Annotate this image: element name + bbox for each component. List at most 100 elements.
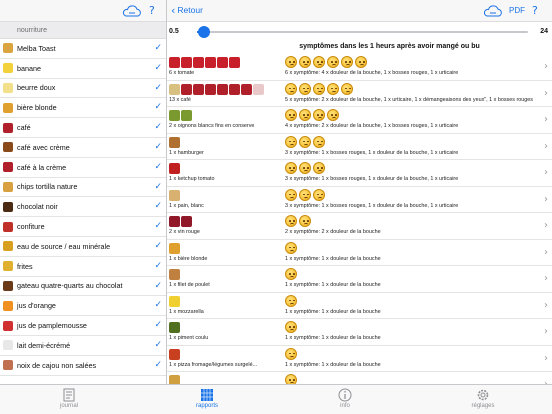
result-row[interactable]: 1 x pizza fromage/légumes surgelé... 1 x … [167,346,552,372]
food-item[interactable]: banane ✓ [0,59,166,79]
result-row[interactable]: 1 x hamburger 3 x symptôme: 1 x bosses ro… [167,134,552,160]
symptom-face-icon [285,294,297,307]
back-button[interactable]: ‹ Retour [171,3,203,17]
checkmark-icon: ✓ [154,181,162,192]
food-icons [169,216,192,227]
butter-icon [3,82,13,93]
reports-icon [201,389,213,401]
result-row[interactable]: 1 x ketchup tomato 3 x symptôme: 1 x boss… [167,160,552,187]
tab-info[interactable]: info [276,385,414,414]
food-icon [181,83,192,95]
food-item-label: jus de pamplemousse [17,321,87,331]
food-icons [169,83,264,95]
food-item[interactable]: bière blonde ✓ [0,98,166,119]
food-item-label: lait demi-écrémé [17,340,71,350]
result-row[interactable]: 1 x bière blonde 1 x symptôme: 1 x douleu… [167,240,552,266]
help-button[interactable]: ? [532,4,538,17]
cloud-sync-icon[interactable] [122,5,142,17]
symptom-face-icon [285,241,297,254]
chevron-right-icon: › [544,114,548,125]
food-item[interactable]: confiture ✓ [0,217,166,237]
coffee-icon [3,122,13,133]
symptom-face-icon [285,109,297,121]
result-row[interactable]: 6 x tomate 6 x symptôme: 4 x douleur de l… [167,54,552,81]
symptom-face-icon [327,109,339,121]
food-item-label: gateau quatre-quarts au chocolat [17,281,123,291]
tab-journal[interactable]: journal [0,385,138,414]
chevron-left-icon: ‹ [171,3,176,17]
symptom-face-icon [313,82,325,95]
food-item[interactable]: chips tortilla nature ✓ [0,178,166,198]
symptom-face-icon [285,347,297,360]
milk-icon [3,340,13,351]
food-item[interactable]: Melba Toast ✓ [0,39,166,59]
symptom-faces [285,56,367,68]
food-item[interactable]: frites ✓ [0,257,166,277]
fries-icon [3,261,13,272]
food-item[interactable]: gateau quatre-quarts au chocolat ✓ [0,277,166,297]
pdf-button[interactable]: PDF [509,6,525,15]
food-icon [193,57,204,68]
food-item[interactable]: eau de source / eau minérale ✓ [0,237,166,257]
tab-label: info [340,403,350,409]
chevron-right-icon: › [544,61,548,72]
symptom-face-icon [299,135,311,148]
food-item[interactable]: café ✓ [0,118,166,138]
symptom-summary-text: 6 x symptôme: 4 x douleur de la bouche, … [285,70,459,76]
tab-reports[interactable]: rapports [138,385,276,414]
food-item[interactable]: lait demi-écrémé ✓ [0,336,166,356]
symptom-summary-text: 1 x symptôme: 1 x douleur de la bouche [285,308,381,315]
hours-slider[interactable] [197,26,528,38]
food-icon [169,57,180,68]
report-nav-bar: ‹ Retour PDF ? [167,0,552,22]
symptom-faces [285,321,297,333]
symptom-faces [285,241,297,254]
slider-thumb[interactable] [198,26,211,38]
symptom-face-icon [299,215,311,227]
settings-icon [477,389,489,401]
food-item[interactable]: jus de pamplemousse ✓ [0,316,166,336]
section-header-nourriture: nourriture [0,22,166,39]
food-item[interactable]: café avec crème ✓ [0,138,166,158]
food-icon [181,216,192,227]
result-row[interactable]: 13 x café 5 x symptôme: 2 x douleur de la… [167,81,552,107]
food-icon [241,83,252,95]
food-icon [205,83,216,95]
help-button[interactable]: ? [149,4,155,17]
toast-icon [3,43,13,54]
food-count-text: 6 x tomate [169,70,195,76]
result-row[interactable]: 1 x filet de poulet 1 x symptôme: 1 x dou… [167,266,552,293]
food-icons [169,269,180,280]
result-row[interactable]: 2 x vin rouge 2 x symptôme: 2 x douleur d… [167,213,552,240]
chips-icon [3,181,13,192]
result-row[interactable]: 1 x piment coulu 1 x symptôme: 1 x douleu… [167,319,552,346]
food-count-text: 1 x mozzarella [169,308,204,315]
symptom-face-icon [313,162,325,174]
coffee-cream-icon [3,142,13,153]
food-item[interactable]: café à la crème ✓ [0,158,166,178]
cloud-sync-icon[interactable] [483,5,503,17]
journal-icon [63,388,75,402]
checkmark-icon: ✓ [154,82,162,93]
symptom-face-icon [313,56,325,68]
water-icon [3,241,13,252]
food-item[interactable]: noix de cajou non salées ✓ [0,356,166,376]
symptom-faces [285,215,311,227]
symptom-face-icon [285,56,297,68]
symptom-faces [285,347,297,360]
food-item[interactable]: jus d'orange ✓ [0,296,166,317]
tab-settings[interactable]: réglages [414,385,552,414]
checkmark-icon: ✓ [154,221,162,232]
food-item[interactable]: beurre doux ✓ [0,79,166,99]
food-icons [169,322,180,333]
chevron-right-icon: › [544,273,548,284]
sidebar-toolbar: ? [0,0,166,22]
checkmark-icon: ✓ [154,122,162,133]
result-row[interactable]: 1 x mozzarella 1 x symptôme: 1 x douleur … [167,293,552,319]
grapefruit-juice-icon [3,320,13,331]
food-item[interactable]: chocolat noir ✓ [0,197,166,218]
info-icon [338,388,352,402]
result-row[interactable]: 2 x oignons blancs fins en conserve 4 x s… [167,107,552,134]
symptom-summary-text: 5 x symptôme: 2 x douleur de la bouche, … [285,96,533,103]
result-row[interactable]: 1 x pain, blanc 3 x symptôme: 1 x bosses … [167,187,552,213]
